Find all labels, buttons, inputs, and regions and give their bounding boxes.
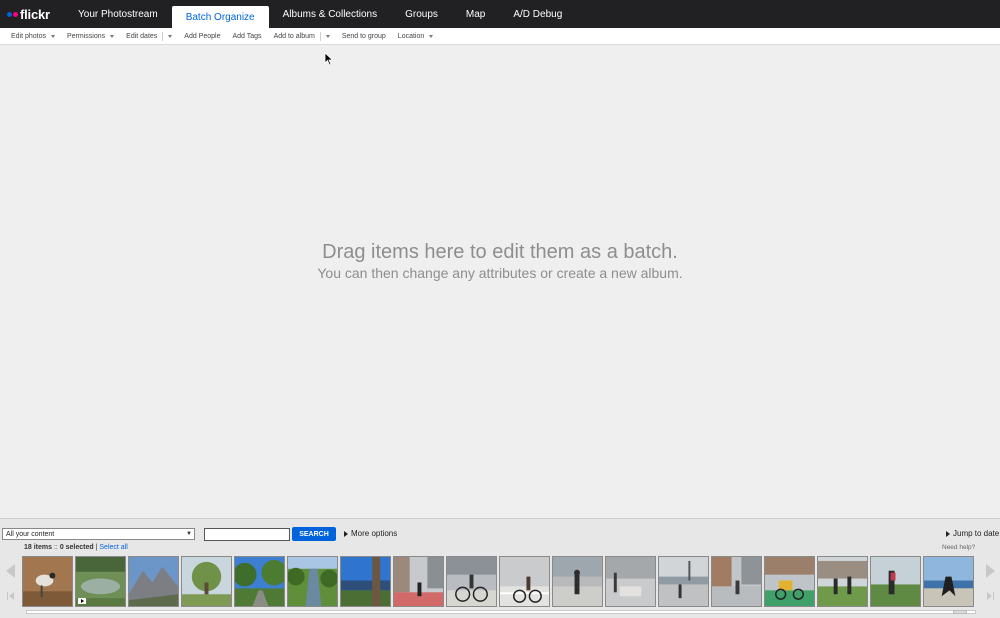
batch-toolbar: Edit photos Permissions Edit dates Add P… xyxy=(0,28,1000,45)
tab-ad-debug[interactable]: A/D Debug xyxy=(499,0,576,28)
status-separator: :: xyxy=(52,544,60,551)
chevron-down-icon xyxy=(429,34,434,38)
thumbnail[interactable] xyxy=(499,556,550,607)
thumbnail[interactable] xyxy=(340,556,391,607)
top-nav-bar: flickr Your Photostream Batch Organize A… xyxy=(0,0,1000,28)
video-play-icon xyxy=(78,598,86,604)
content-filter-value: All your content xyxy=(6,530,55,538)
drop-instructions-subtext: You can then change any attributes or cr… xyxy=(317,265,683,281)
tab-map[interactable]: Map xyxy=(452,0,499,28)
thumbnail[interactable] xyxy=(75,556,126,607)
tab-batch-organize[interactable]: Batch Organize xyxy=(171,6,269,28)
scroll-left-arrow-icon[interactable] xyxy=(6,564,15,578)
thumbnail[interactable] xyxy=(552,556,603,607)
select-all-link[interactable]: Select all xyxy=(99,544,127,551)
edit-photos-menu[interactable]: Edit photos xyxy=(11,32,56,40)
thumbnail[interactable] xyxy=(22,556,73,607)
add-people-button[interactable]: Add People xyxy=(184,33,220,40)
tree-photo-icon xyxy=(182,557,231,606)
thumbnail-strip xyxy=(22,556,976,608)
search-button[interactable]: SEARCH xyxy=(292,527,336,541)
content-filter-select[interactable]: All your content ▼ xyxy=(2,528,195,540)
location-menu[interactable]: Location xyxy=(397,32,434,40)
add-tags-button[interactable]: Add Tags xyxy=(233,33,262,40)
tab-groups[interactable]: Groups xyxy=(391,0,452,28)
thumbnail[interactable] xyxy=(605,556,656,607)
logo-blue-dot-icon xyxy=(7,11,12,17)
thumbnail[interactable] xyxy=(393,556,444,607)
drop-instructions-heading: Drag items here to edit them as a batch. xyxy=(322,241,678,263)
tab-your-photostream[interactable]: Your Photostream xyxy=(64,0,172,28)
location-label: Location xyxy=(397,32,425,40)
thumbnail[interactable] xyxy=(923,556,974,607)
street-photo-icon xyxy=(712,557,761,606)
thumbnail[interactable] xyxy=(287,556,338,607)
thumbnail[interactable] xyxy=(446,556,497,607)
pedestrian-photo-icon xyxy=(553,557,602,606)
lake-trunk-photo-icon xyxy=(341,557,390,606)
chevron-down-icon xyxy=(51,34,56,38)
street-photo-icon xyxy=(394,557,443,606)
chevron-down-icon xyxy=(110,34,115,38)
add-to-album-label: Add to album xyxy=(273,32,315,40)
river-photo-icon xyxy=(288,557,337,606)
items-count: 18 items xyxy=(24,544,53,551)
permissions-label: Permissions xyxy=(67,32,106,40)
triangle-right-icon xyxy=(946,530,950,537)
thumbnail[interactable] xyxy=(658,556,709,607)
cyclist-photo-icon xyxy=(447,557,496,606)
selected-count: 0 selected xyxy=(59,544,94,551)
thumbnail[interactable] xyxy=(817,556,868,607)
thumbnail[interactable] xyxy=(234,556,285,607)
need-help-link[interactable]: Need help? xyxy=(942,544,975,551)
thumbnail[interactable] xyxy=(764,556,815,607)
bird-photo-icon xyxy=(23,557,72,606)
scrollbar-handle[interactable] xyxy=(953,610,967,614)
path-trees-photo-icon xyxy=(235,557,284,606)
flickr-logo[interactable]: flickr xyxy=(7,5,50,23)
jump-first-icon[interactable] xyxy=(7,592,14,600)
jump-to-date-toggle[interactable]: Jump to date xyxy=(946,529,999,538)
mountain-photo-icon xyxy=(129,557,178,606)
toolbar-divider xyxy=(162,31,164,41)
cargo-bike-photo-icon xyxy=(765,557,814,606)
edit-photos-label: Edit photos xyxy=(11,32,47,40)
park-walkers-photo-icon xyxy=(818,557,867,606)
chevron-down-icon xyxy=(168,34,173,38)
logo-pink-dot-icon xyxy=(13,11,18,17)
thumbnail[interactable] xyxy=(181,556,232,607)
chevron-down-icon xyxy=(325,34,330,38)
add-to-album-menu[interactable]: Add to album xyxy=(273,31,330,41)
plaza-photo-icon xyxy=(606,557,655,606)
chevron-down-icon: ▼ xyxy=(186,531,192,537)
waterfront-photo-icon xyxy=(659,557,708,606)
batch-drop-area[interactable]: Drag items here to edit them as a batch.… xyxy=(0,46,1000,518)
filmstrip-scrollbar[interactable] xyxy=(26,610,976,614)
send-to-group-button[interactable]: Send to group xyxy=(342,33,386,40)
logo-text: flickr xyxy=(20,6,50,22)
tab-albums-collections[interactable]: Albums & Collections xyxy=(269,0,391,28)
more-options-toggle[interactable]: More options xyxy=(344,529,397,538)
thumbnail[interactable] xyxy=(711,556,762,607)
scroll-right-arrow-icon[interactable] xyxy=(986,564,995,578)
search-input[interactable] xyxy=(204,528,290,541)
thumbnail[interactable] xyxy=(128,556,179,607)
mouse-pointer-icon xyxy=(324,52,334,66)
edit-dates-label: Edit dates xyxy=(126,32,158,40)
park-walkers-photo-icon xyxy=(871,557,920,606)
runner-beach-photo-icon xyxy=(924,557,973,606)
nav-tabs: Your Photostream Batch Organize Albums &… xyxy=(64,0,576,28)
toolbar-divider xyxy=(319,31,321,41)
filmstrip-panel: All your content ▼ SEARCH More options J… xyxy=(0,518,1000,618)
jump-to-date-label: Jump to date xyxy=(953,529,1000,538)
jump-last-icon[interactable] xyxy=(987,592,994,600)
triangle-right-icon xyxy=(344,530,348,537)
more-options-label: More options xyxy=(351,529,398,538)
edit-dates-menu[interactable]: Edit dates xyxy=(126,31,173,41)
thumbnail[interactable] xyxy=(870,556,921,607)
cyclist-photo-icon xyxy=(500,557,549,606)
permissions-menu[interactable]: Permissions xyxy=(67,32,115,40)
selection-status: 18 items :: 0 selected | Select all xyxy=(24,544,128,551)
